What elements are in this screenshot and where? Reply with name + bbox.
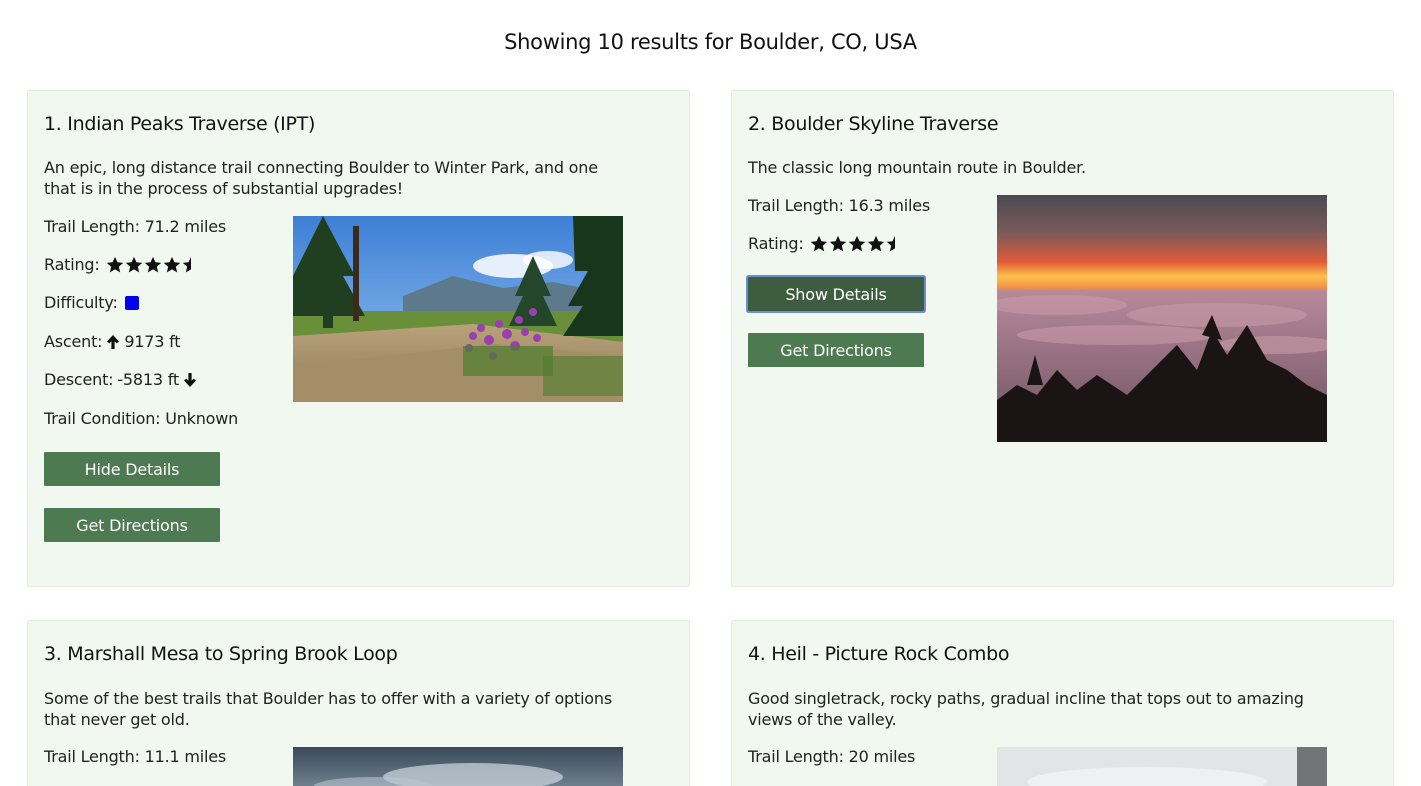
arrow-up-icon — [106, 334, 120, 350]
rating-label: Rating: — [748, 234, 804, 253]
star-full-icon — [106, 256, 124, 274]
trail-description: Good singletrack, rocky paths, gradual i… — [748, 689, 1304, 729]
trail-rating: Rating: — [748, 234, 904, 253]
star-full-icon — [867, 235, 885, 253]
trail-card-4: 4. Heil - Picture Rock Combo Good single… — [731, 620, 1394, 786]
get-directions-button[interactable]: Get Directions — [44, 508, 220, 542]
cloudy-sky-photo — [293, 747, 623, 786]
meadow-flowers-photo — [293, 216, 623, 402]
trail-length: Trail Length: 11.1 miles — [44, 747, 227, 766]
star-full-icon — [829, 235, 847, 253]
trail-difficulty: Difficulty: — [44, 293, 139, 312]
trail-card-3: 3. Marshall Mesa to Spring Brook Loop So… — [27, 620, 690, 786]
ascent-value: 9173 ft — [124, 332, 181, 351]
star-full-icon — [810, 235, 828, 253]
difficulty-blue-square-icon — [124, 295, 139, 310]
descent-label: Descent: — [44, 370, 114, 389]
show-details-button[interactable]: Show Details — [748, 277, 924, 311]
rating-label: Rating: — [44, 255, 100, 274]
trail-description: Some of the best trails that Boulder has… — [44, 689, 612, 729]
get-directions-button[interactable]: Get Directions — [748, 333, 924, 367]
trail-length: Trail Length: 71.2 miles — [44, 217, 227, 236]
difficulty-label: Difficulty: — [44, 293, 118, 312]
arrow-down-icon — [183, 372, 197, 388]
trail-title[interactable]: 1. Indian Peaks Traverse (IPT) — [44, 113, 315, 135]
trail-descent: Descent: -5813 ft — [44, 370, 197, 389]
trail-ascent: Ascent: 9173 ft — [44, 332, 181, 351]
overcast-sky-photo — [997, 747, 1327, 786]
star-full-icon — [144, 256, 162, 274]
trail-title[interactable]: 4. Heil - Picture Rock Combo — [748, 643, 1009, 665]
rating-stars — [810, 235, 904, 253]
trail-description: An epic, long distance trail connecting … — [44, 158, 598, 198]
trail-length: Trail Length: 20 miles — [748, 747, 916, 766]
trail-rating: Rating: — [44, 255, 200, 274]
results-page: Showing 10 results for Boulder, CO, USA … — [0, 0, 1421, 786]
star-full-icon — [848, 235, 866, 253]
trail-description: The classic long mountain route in Bould… — [748, 158, 1086, 177]
ascent-label: Ascent: — [44, 332, 103, 351]
star-half-icon — [182, 256, 200, 274]
sunset-clouds-photo — [997, 195, 1327, 442]
results-heading: Showing 10 results for Boulder, CO, USA — [504, 30, 917, 54]
trail-condition: Trail Condition: Unknown — [44, 409, 239, 428]
trail-title[interactable]: 2. Boulder Skyline Traverse — [748, 113, 999, 135]
descent-value: -5813 ft — [117, 370, 179, 389]
star-full-icon — [125, 256, 143, 274]
trail-title[interactable]: 3. Marshall Mesa to Spring Brook Loop — [44, 643, 398, 665]
star-full-icon — [163, 256, 181, 274]
rating-stars — [106, 256, 200, 274]
star-half-icon — [886, 235, 904, 253]
trail-card-1: 1. Indian Peaks Traverse (IPT) An epic, … — [27, 90, 690, 587]
hide-details-button[interactable]: Hide Details — [44, 452, 220, 486]
trail-length: Trail Length: 16.3 miles — [748, 196, 931, 215]
trail-card-2: 2. Boulder Skyline Traverse The classic … — [731, 90, 1394, 587]
